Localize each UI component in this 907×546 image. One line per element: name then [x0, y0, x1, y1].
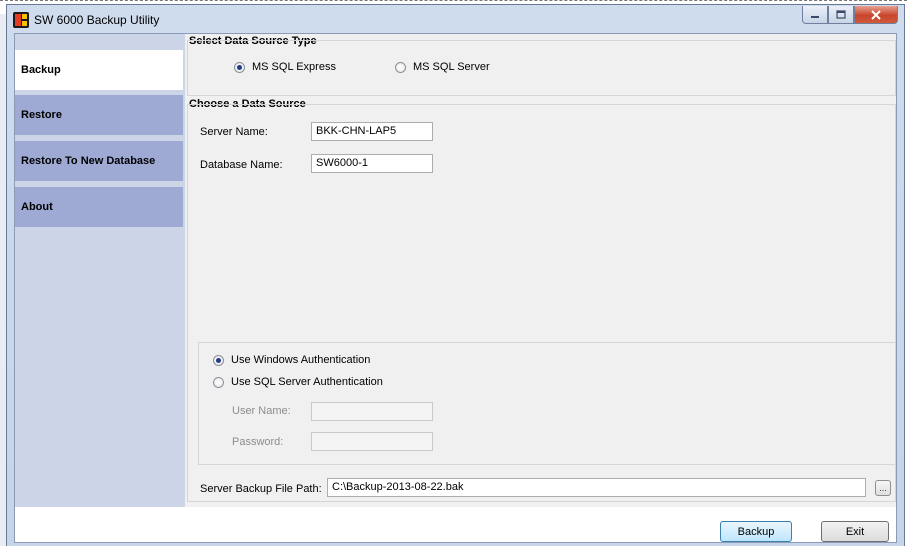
radio-windows-auth[interactable]: Use Windows Authentication: [213, 354, 370, 366]
database-name-label: Database Name:: [200, 159, 283, 171]
sidebar-item-label: Backup: [21, 64, 61, 76]
user-name-label: User Name:: [232, 405, 291, 417]
radio-checked-icon: [234, 61, 245, 73]
desktop-dashed-line: [0, 0, 907, 1]
caption-buttons: [802, 6, 898, 25]
user-name-field[interactable]: [311, 402, 433, 421]
backup-button[interactable]: Backup: [720, 521, 792, 542]
minimize-icon: [811, 15, 819, 18]
sidebar-item-restore-new-database[interactable]: Restore To New Database: [15, 141, 183, 181]
database-name-field[interactable]: SW6000-1: [311, 154, 433, 173]
server-name-field[interactable]: BKK-CHN-LAP5: [311, 122, 433, 141]
window-title: SW 6000 Backup Utility: [34, 13, 160, 27]
client-area: Backup Restore Restore To New Database A…: [14, 33, 897, 543]
button-bar: Backup Exit: [15, 507, 896, 542]
radio-label: MS SQL Server: [413, 61, 490, 73]
close-icon: [871, 9, 881, 20]
password-label: Password:: [232, 436, 284, 448]
radio-unchecked-icon: [213, 376, 224, 388]
radio-label: Use Windows Authentication: [231, 354, 371, 366]
sidebar-item-backup[interactable]: Backup: [15, 50, 183, 90]
sidebar-item-label: Restore To New Database: [21, 155, 156, 167]
radio-checked-icon: [213, 354, 224, 366]
radio-ms-sql-express[interactable]: MS SQL Express: [234, 61, 336, 73]
app-icon: [13, 12, 29, 28]
main-content: Select Data Source Type MS SQL Express M…: [187, 34, 896, 507]
sidebar: Backup Restore Restore To New Database A…: [15, 34, 185, 507]
maximize-button[interactable]: [828, 6, 854, 24]
radio-unchecked-icon: [395, 61, 406, 73]
radio-ms-sql-server[interactable]: MS SQL Server: [395, 61, 490, 73]
server-name-label: Server Name:: [200, 126, 268, 138]
exit-button[interactable]: Exit: [821, 521, 889, 542]
radio-label: Use SQL Server Authentication: [231, 376, 383, 388]
password-field[interactable]: [311, 432, 433, 451]
minimize-button[interactable]: [802, 6, 828, 24]
maximize-icon: [836, 10, 846, 19]
radio-label: MS SQL Express: [252, 61, 336, 73]
backup-path-label: Server Backup File Path:: [200, 483, 322, 495]
close-button[interactable]: [854, 6, 898, 24]
radio-sql-auth[interactable]: Use SQL Server Authentication: [213, 376, 383, 388]
app-window: SW 6000 Backup Utility Backup Restore Re…: [6, 4, 905, 546]
title-bar[interactable]: SW 6000 Backup Utility: [7, 5, 904, 33]
browse-button[interactable]: ...: [875, 480, 891, 496]
sidebar-item-restore[interactable]: Restore: [15, 95, 183, 135]
backup-path-field[interactable]: C:\Backup-2013-08-22.bak: [327, 478, 866, 497]
sidebar-item-label: About: [21, 201, 53, 213]
sidebar-item-label: Restore: [21, 109, 62, 121]
sidebar-item-about[interactable]: About: [15, 187, 183, 227]
